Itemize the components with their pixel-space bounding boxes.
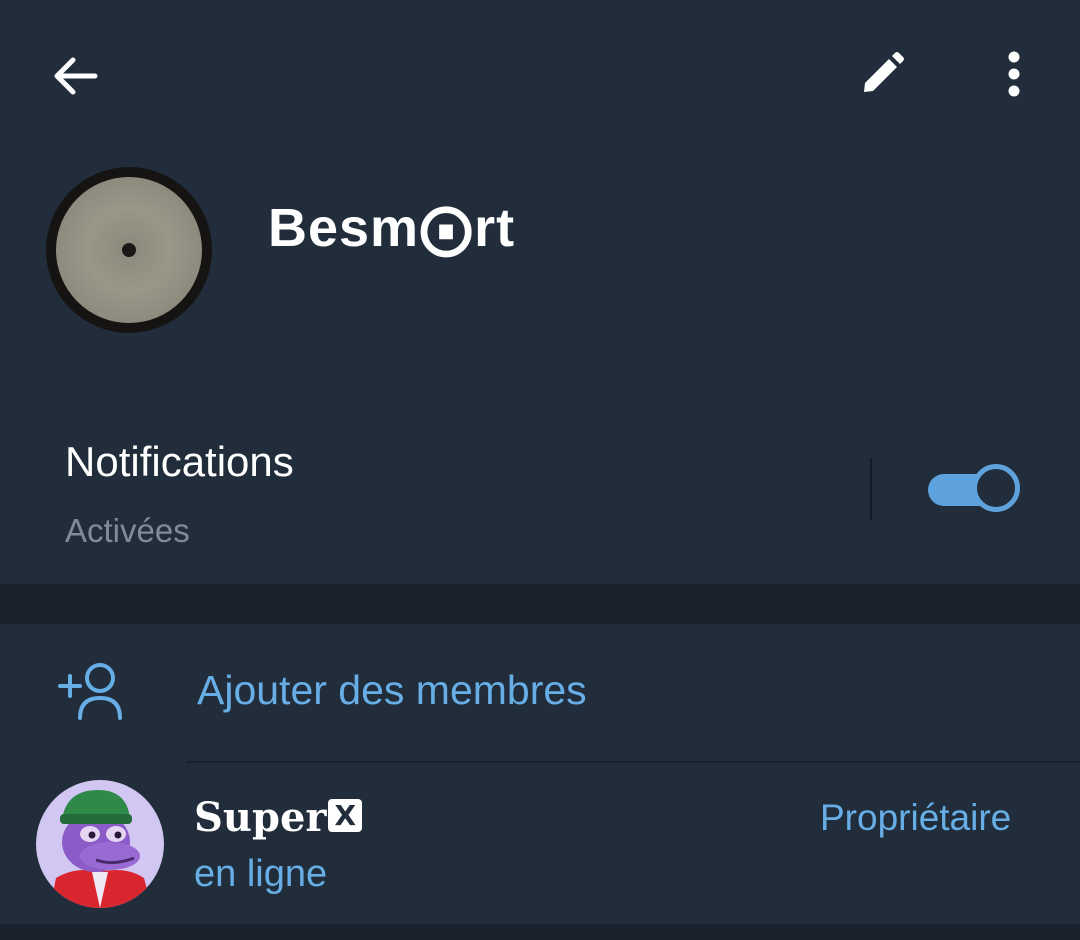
pencil-icon xyxy=(864,52,904,92)
group-avatar[interactable] xyxy=(46,167,212,333)
arrow-left-icon xyxy=(54,57,98,95)
toggle-knob xyxy=(972,464,1020,512)
member-name: Super X xyxy=(194,794,363,841)
section-separator xyxy=(0,584,1080,624)
more-options-button[interactable] xyxy=(978,38,1050,110)
notifications-toggle[interactable] xyxy=(926,462,1022,516)
edit-button[interactable] xyxy=(846,38,918,110)
back-button[interactable] xyxy=(40,40,112,112)
bottom-separator xyxy=(0,924,1080,940)
member-divider xyxy=(186,761,1080,763)
add-user-icon[interactable] xyxy=(56,660,128,720)
notifications-status: Activées xyxy=(65,512,190,549)
member-name-badge: X xyxy=(328,799,363,832)
add-members-button[interactable]: Ajouter des membres xyxy=(197,667,587,714)
notifications-divider xyxy=(870,458,872,520)
notifications-row[interactable] xyxy=(0,392,1080,584)
member-avatar[interactable] xyxy=(36,780,164,908)
member-name-text: Super xyxy=(194,794,327,841)
more-vertical-icon xyxy=(1008,51,1020,97)
group-name: Besm⨀rt xyxy=(268,198,516,258)
notifications-title: Notifications xyxy=(65,438,294,485)
member-role-badge: Propriétaire xyxy=(820,797,1012,838)
member-status: en ligne xyxy=(194,853,328,895)
avatar-center-dot xyxy=(122,243,136,257)
avatar-disc xyxy=(56,177,202,323)
